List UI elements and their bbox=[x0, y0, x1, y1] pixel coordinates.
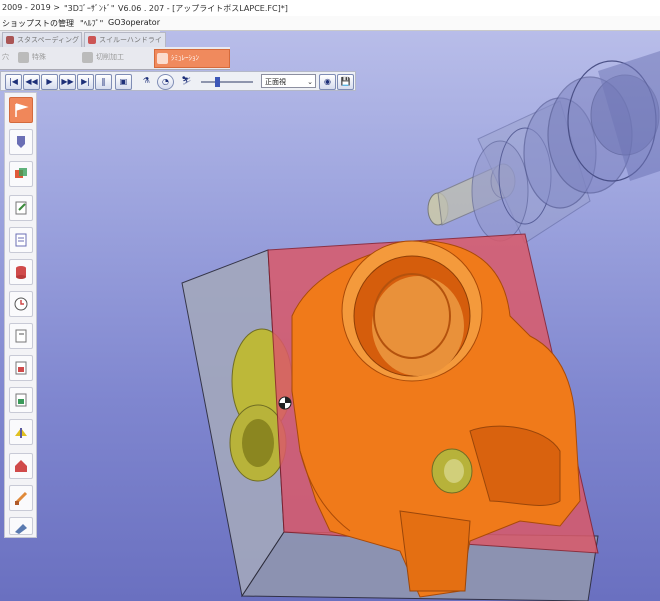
flag-tool-icon[interactable] bbox=[9, 97, 33, 123]
title-document: V6.06 . 207 - [アップライトボスLAPCE.FC]*] bbox=[118, 4, 288, 13]
menu-item-manage[interactable]: ショップストの管理 bbox=[2, 18, 74, 29]
snapshot-icon[interactable]: ▣ bbox=[115, 74, 132, 90]
tool-sidebar bbox=[4, 92, 37, 538]
title-app: "3Dｺﾞｰｻﾞﾝﾄﾞ" bbox=[64, 4, 115, 13]
simulation-icon bbox=[157, 53, 168, 64]
save-icon[interactable]: 💾 bbox=[337, 74, 354, 90]
title-bar: 2009 - 2019 > "3Dｺﾞｰｻﾞﾝﾄﾞ" V6.06 . 207 -… bbox=[0, 0, 660, 17]
slider-thumb[interactable] bbox=[215, 77, 220, 87]
origin-marker bbox=[278, 396, 292, 410]
title-prefix: 2009 - 2019 > bbox=[2, 3, 60, 12]
tab-mode-1[interactable]: スタスペーディング bbox=[2, 32, 82, 48]
menu-item-operator[interactable]: GO3operator bbox=[108, 18, 160, 27]
clock-tool-icon[interactable] bbox=[9, 291, 33, 317]
fast-forward-icon[interactable]: ▶▶ bbox=[59, 74, 76, 90]
doc-green-tool-icon[interactable] bbox=[9, 387, 33, 413]
view-select[interactable]: 正面視 ⌄ bbox=[261, 74, 316, 88]
simulation-playback-bar: |◀ ◀◀ ▶ ▶▶ ▶| ‖ ▣ ⚗ ◔ ⛷ 正面視 ⌄ ◉ 💾 bbox=[0, 71, 356, 91]
wrench-tool-icon[interactable] bbox=[9, 517, 33, 535]
tab-mode-2[interactable]: スイルーハンドライ bbox=[84, 32, 166, 48]
menu-item-help[interactable]: "ﾍﾙﾌﾟ" bbox=[80, 18, 103, 29]
play-icon[interactable]: ▶ bbox=[41, 74, 58, 90]
paint-tool-icon[interactable] bbox=[9, 161, 33, 187]
stack-tool-icon[interactable] bbox=[9, 259, 33, 285]
chevron-down-icon: ⌄ bbox=[307, 78, 313, 86]
cutting-button[interactable]: 切削加工 bbox=[80, 49, 156, 66]
hole-button[interactable]: 穴 bbox=[0, 49, 14, 66]
wrench-icon bbox=[6, 36, 14, 44]
camera-icon[interactable]: ◉ bbox=[319, 74, 336, 90]
menu-bar: ショップストの管理 "ﾍﾙﾌﾟ" GO3operator bbox=[0, 16, 660, 31]
gear-icon bbox=[88, 36, 96, 44]
brush-tool-icon[interactable] bbox=[9, 485, 33, 511]
spindle-tool bbox=[427, 51, 660, 244]
speed-slider[interactable] bbox=[201, 77, 253, 87]
probe-icon[interactable]: ⚗ bbox=[139, 74, 154, 88]
page-tool-icon[interactable] bbox=[9, 323, 33, 349]
home-tool-icon[interactable] bbox=[9, 453, 33, 479]
arrow-tool-icon[interactable] bbox=[9, 419, 33, 445]
cutting-icon bbox=[82, 52, 93, 63]
last-frame-icon[interactable]: ▶| bbox=[77, 74, 94, 90]
cad-model bbox=[181, 51, 660, 601]
simulation-button[interactable]: ｼﾐｭﾚｰｼｮﾝ bbox=[154, 49, 230, 68]
3d-viewport[interactable] bbox=[0, 31, 660, 601]
doc-edit-tool-icon[interactable] bbox=[9, 195, 33, 221]
function-toolbar: 穴 特殊 切削加工 ｼﾐｭﾚｰｼｮﾝ bbox=[0, 47, 230, 70]
step-icon[interactable]: ‖ bbox=[95, 74, 112, 90]
rewind-icon[interactable]: ◀◀ bbox=[23, 74, 40, 90]
doc-red-tool-icon[interactable] bbox=[9, 355, 33, 381]
speed-icon: ⛷ bbox=[181, 76, 192, 85]
special-icon bbox=[18, 52, 29, 63]
reset-icon[interactable]: ◔ bbox=[157, 74, 174, 90]
mode-tab-row: スタスペーディング スイルーハンドライ bbox=[0, 31, 166, 48]
first-frame-icon[interactable]: |◀ bbox=[5, 74, 22, 90]
special-button[interactable]: 特殊 bbox=[16, 49, 74, 66]
doc-tool-icon[interactable] bbox=[9, 227, 33, 253]
cutter-tool-icon[interactable] bbox=[9, 129, 33, 155]
